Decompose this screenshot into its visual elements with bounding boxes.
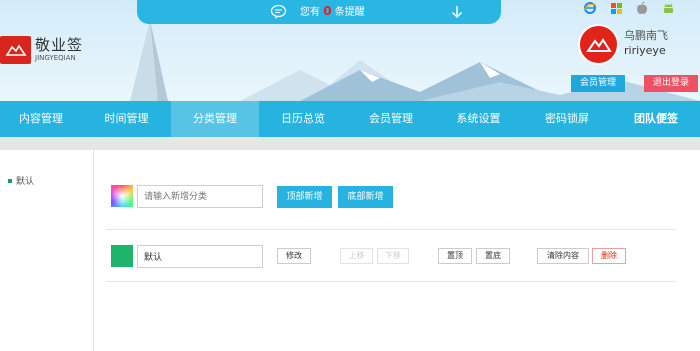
- clear-content-button[interactable]: 清除内容: [537, 248, 589, 264]
- logo[interactable]: 敬业签 JINGYEQIAN: [0, 36, 83, 64]
- logo-icon: [0, 36, 31, 64]
- divider: [106, 229, 676, 230]
- nav-team-notes[interactable]: 团队便签: [612, 101, 700, 137]
- nav-content-management[interactable]: 内容管理: [0, 101, 82, 137]
- nav-system-settings[interactable]: 系统设置: [435, 101, 522, 137]
- nav-calendar-overview[interactable]: 日历总览: [259, 101, 347, 137]
- platform-links: [581, 0, 677, 16]
- member-management-button[interactable]: 会员管理: [571, 75, 625, 92]
- reminder-bar[interactable]: 您有 0 条提醒: [137, 0, 501, 24]
- category-name-input[interactable]: [137, 245, 263, 268]
- reminder-count: 0: [323, 4, 332, 18]
- logout-button[interactable]: 退出登录: [644, 75, 698, 92]
- user-id: ririyeye: [624, 44, 666, 57]
- pin-top-button[interactable]: 置顶: [438, 248, 472, 264]
- ie-icon[interactable]: [581, 0, 599, 16]
- divider: [106, 281, 676, 282]
- pin-bottom-button[interactable]: 置底: [476, 248, 510, 264]
- nav-member-management[interactable]: 会员管理: [347, 101, 435, 137]
- bottom-add-button[interactable]: 底部新增: [338, 186, 393, 208]
- reminder-prefix: 您有: [300, 7, 320, 18]
- apple-icon[interactable]: [633, 0, 651, 16]
- nav-divider: [0, 137, 700, 150]
- nav-password-lock[interactable]: 密码锁屏: [522, 101, 612, 137]
- arrow-down-icon[interactable]: [451, 5, 463, 22]
- edit-button[interactable]: 修改: [277, 248, 311, 264]
- nav-time-management[interactable]: 时间管理: [82, 101, 171, 137]
- sidebar-item-label: 默认: [16, 177, 35, 187]
- top-add-button[interactable]: 顶部新增: [277, 186, 332, 208]
- move-up-button[interactable]: 上移: [340, 248, 373, 264]
- header: 敬业签 JINGYEQIAN 您有 0 条提醒 乌鹏南飞 ririyeye 会员…: [0, 0, 700, 101]
- chat-bubble-icon: [270, 4, 287, 23]
- nav-category-management[interactable]: 分类管理: [171, 101, 259, 137]
- delete-button[interactable]: 删除: [592, 248, 626, 264]
- android-icon[interactable]: [659, 0, 677, 16]
- windows-icon[interactable]: [607, 0, 625, 16]
- category-sidebar: 默认: [0, 150, 94, 351]
- brand-subtitle: JINGYEQIAN: [35, 54, 76, 62]
- main-nav: 内容管理 时间管理 分类管理 日历总览 会员管理 系统设置 密码锁屏 团队便签: [0, 101, 700, 137]
- bullet-icon: [8, 178, 12, 183]
- reminder-suffix: 条提醒: [334, 7, 365, 18]
- color-picker-icon[interactable]: [111, 185, 133, 207]
- reminder-text: 您有 0 条提醒: [300, 5, 365, 19]
- category-color-swatch[interactable]: [111, 245, 133, 267]
- brand-name: 敬业签: [35, 36, 84, 54]
- move-down-button[interactable]: 下移: [377, 248, 409, 264]
- sidebar-item-default[interactable]: 默认: [8, 174, 34, 187]
- new-category-input[interactable]: [137, 185, 263, 208]
- avatar[interactable]: [578, 24, 619, 65]
- user-name: 乌鹏南飞: [624, 29, 668, 42]
